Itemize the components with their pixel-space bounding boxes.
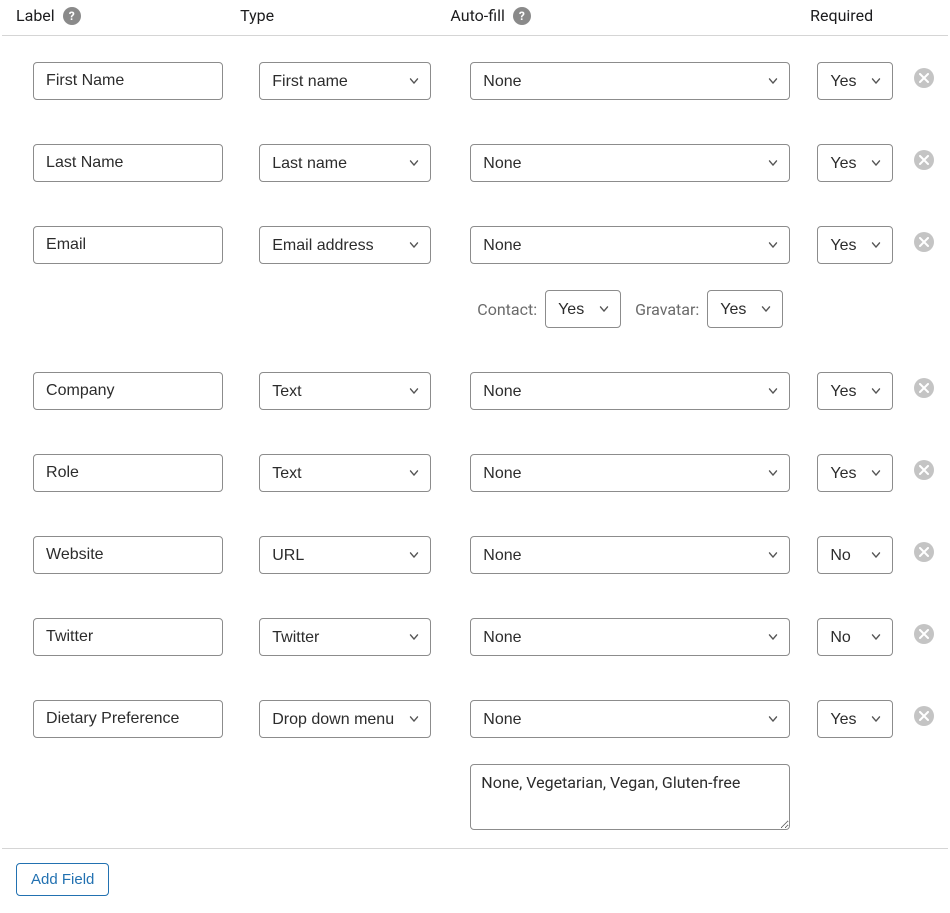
- autofill-select[interactable]: None: [470, 700, 790, 738]
- field-row: First name None Yes: [2, 36, 948, 118]
- label-input[interactable]: [33, 62, 223, 100]
- required-select[interactable]: Yes: [817, 62, 893, 100]
- gravatar-label: Gravatar:: [635, 300, 699, 319]
- remove-row-button[interactable]: [914, 624, 934, 644]
- header-type: Type: [240, 6, 274, 25]
- header-required: Required: [810, 6, 873, 25]
- label-input[interactable]: [33, 536, 223, 574]
- required-select[interactable]: No: [817, 536, 893, 574]
- autofill-select[interactable]: None: [470, 454, 790, 492]
- field-rows: First name None Yes Last name None: [2, 36, 948, 848]
- remove-row-button[interactable]: [914, 706, 934, 726]
- contact-select[interactable]: Yes: [545, 290, 621, 328]
- autofill-select[interactable]: None: [470, 226, 790, 264]
- label-input[interactable]: [33, 226, 223, 264]
- autofill-select[interactable]: None: [470, 618, 790, 656]
- required-select[interactable]: No: [817, 618, 893, 656]
- field-row: Text None Yes: [2, 346, 948, 428]
- required-select[interactable]: Yes: [817, 144, 893, 182]
- remove-row-button[interactable]: [914, 150, 934, 170]
- required-select[interactable]: Yes: [817, 700, 893, 738]
- header-autofill: Auto-fill: [450, 6, 504, 25]
- type-select[interactable]: Drop down menu: [259, 700, 431, 738]
- header-label: Label: [16, 6, 55, 25]
- help-icon[interactable]: ?: [63, 7, 81, 25]
- remove-row-button[interactable]: [914, 68, 934, 88]
- label-input[interactable]: [33, 372, 223, 410]
- autofill-select[interactable]: None: [470, 536, 790, 574]
- type-select[interactable]: URL: [259, 536, 431, 574]
- type-select[interactable]: Text: [259, 372, 431, 410]
- label-input[interactable]: [33, 700, 223, 738]
- label-input[interactable]: [33, 144, 223, 182]
- field-row: Last name None Yes: [2, 118, 948, 200]
- field-row: Text None Yes: [2, 428, 948, 510]
- type-select[interactable]: Text: [259, 454, 431, 492]
- footer: Add Field: [2, 848, 948, 910]
- field-row: Twitter None No: [2, 592, 948, 674]
- label-input[interactable]: [33, 618, 223, 656]
- type-select[interactable]: Twitter: [259, 618, 431, 656]
- autofill-select[interactable]: None: [470, 372, 790, 410]
- contact-label: Contact:: [477, 300, 537, 319]
- required-select[interactable]: Yes: [817, 454, 893, 492]
- autofill-select[interactable]: None: [470, 62, 790, 100]
- gravatar-select[interactable]: Yes: [707, 290, 783, 328]
- required-select[interactable]: Yes: [817, 372, 893, 410]
- remove-row-button[interactable]: [914, 542, 934, 562]
- type-select[interactable]: Email address: [259, 226, 431, 264]
- type-select[interactable]: Last name: [259, 144, 431, 182]
- column-headers: Label ? Type Auto-fill ? Required: [2, 0, 948, 36]
- email-extras: Contact: Yes Gravatar: Yes: [477, 290, 783, 328]
- remove-row-button[interactable]: [914, 460, 934, 480]
- type-select[interactable]: First name: [259, 62, 431, 100]
- required-select[interactable]: Yes: [817, 226, 893, 264]
- field-row: Email address None Contact: Yes Gravatar…: [2, 200, 948, 346]
- add-field-button[interactable]: Add Field: [16, 863, 109, 896]
- autofill-select[interactable]: None: [470, 144, 790, 182]
- remove-row-button[interactable]: [914, 232, 934, 252]
- label-input[interactable]: [33, 454, 223, 492]
- field-row: Drop down menu None None, Vegetarian, Ve…: [2, 674, 948, 848]
- remove-row-button[interactable]: [914, 378, 934, 398]
- field-row: URL None No: [2, 510, 948, 592]
- help-icon[interactable]: ?: [513, 7, 531, 25]
- options-textarea[interactable]: None, Vegetarian, Vegan, Gluten-free: [470, 764, 790, 830]
